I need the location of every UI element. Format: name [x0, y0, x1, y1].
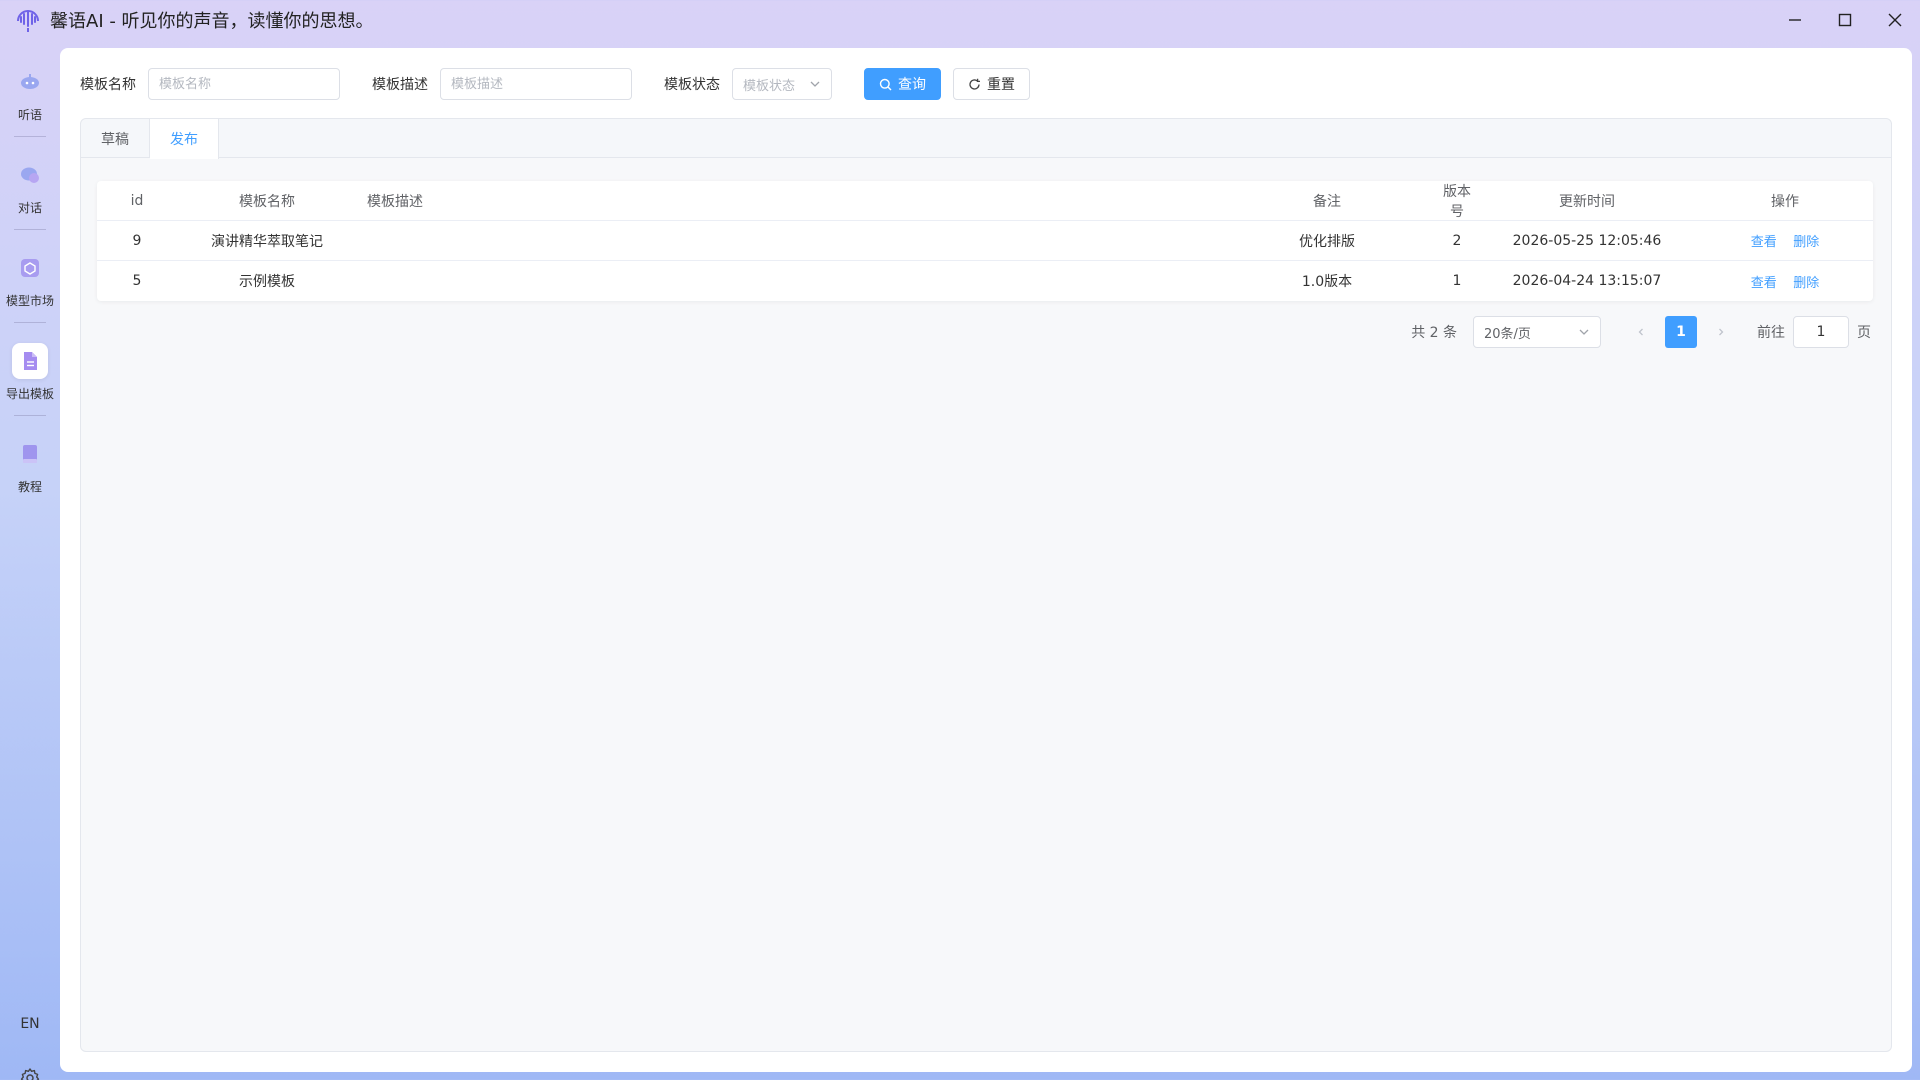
sidebar-item-tutorial[interactable]: 教程 [0, 432, 60, 508]
search-icon [879, 78, 892, 90]
cube-icon [12, 250, 48, 286]
prev-page-button[interactable] [1625, 316, 1657, 348]
close-icon [1888, 13, 1902, 27]
sidebar-divider [14, 136, 46, 137]
close-button[interactable] [1870, 0, 1920, 40]
next-page-button[interactable] [1705, 316, 1737, 348]
view-link[interactable]: 查看 [1751, 276, 1777, 291]
gear-icon [20, 1068, 40, 1080]
sidebar-divider [14, 415, 46, 416]
reset-button[interactable]: 重置 [953, 68, 1030, 100]
page-size-value: 20条/页 [1484, 326, 1531, 342]
column-header-remark: 备注 [1313, 193, 1341, 210]
sidebar-item-chat[interactable]: 对话 [0, 153, 60, 229]
settings-button[interactable] [18, 1066, 42, 1080]
cell-updated: 2026-05-25 12:05:46 [1512, 232, 1662, 249]
filter-bar: 模板名称 模板描述 模板状态 模板状态 查询 重置 [80, 68, 1030, 100]
cell-id: 5 [132, 273, 142, 289]
table-header-row: id 模板名称 模板描述 备注 版本号 更新时间 操作 [97, 181, 1873, 221]
sidebar-item-label: 导出模板 [5, 387, 54, 401]
goto-page-input[interactable] [1793, 316, 1849, 348]
table-row: 9 演讲精华萃取笔记 优化排版 2 2026-05-25 12:05:46 查看… [97, 221, 1873, 261]
query-button[interactable]: 查询 [864, 68, 941, 100]
page-size-select[interactable]: 20条/页 [1473, 316, 1601, 348]
template-name-label: 模板名称 [80, 77, 136, 93]
page-number-current[interactable]: 1 [1665, 316, 1697, 348]
app-title: 馨语AI - 听见你的声音，读懂你的思想。 [50, 11, 374, 32]
pagination-total: 共 2 条 [1411, 325, 1457, 341]
tab-published[interactable]: 发布 [150, 119, 219, 159]
chevron-down-icon [1579, 329, 1589, 335]
minimize-icon [1789, 19, 1801, 21]
table-row: 5 示例模板 1.0版本 1 2026-04-24 13:15:07 查看 删除 [97, 261, 1873, 301]
minimize-button[interactable] [1770, 0, 1820, 40]
template-desc-input[interactable] [440, 68, 632, 100]
tabs-card: 草稿 发布 id 模板名称 模板描述 备注 版本号 更新时间 操作 9 演讲精华… [80, 118, 1892, 1052]
delete-link[interactable]: 删除 [1793, 276, 1819, 291]
maximize-button[interactable] [1820, 0, 1870, 40]
language-toggle[interactable]: EN [0, 1016, 60, 1032]
sidebar-item-listen[interactable]: 听语 [0, 60, 60, 136]
tab-draft[interactable]: 草稿 [81, 119, 150, 158]
goto-label: 前往 [1757, 325, 1785, 341]
cell-version: 1 [1452, 273, 1462, 289]
cell-version: 2 [1452, 232, 1462, 249]
template-table: id 模板名称 模板描述 备注 版本号 更新时间 操作 9 演讲精华萃取笔记 优… [97, 181, 1873, 301]
sidebar-item-model-market[interactable]: 模型市场 [0, 246, 60, 322]
column-header-updated: 更新时间 [1559, 193, 1615, 210]
template-status-label: 模板状态 [664, 77, 720, 93]
chevron-right-icon [1719, 328, 1724, 336]
template-status-select[interactable]: 模板状态 [732, 68, 832, 100]
document-icon [12, 343, 48, 379]
view-link[interactable]: 查看 [1751, 235, 1777, 250]
main-panel: 模板名称 模板描述 模板状态 模板状态 查询 重置 草稿 发布 id 模板名称 … [60, 48, 1912, 1072]
sidebar-item-label: 听语 [17, 108, 42, 122]
sidebar-item-label: 模型市场 [5, 294, 54, 308]
cell-remark: 1.0版本 [1301, 274, 1353, 290]
maximize-icon [1838, 13, 1852, 27]
book-icon [12, 436, 48, 472]
template-name-input[interactable] [148, 68, 340, 100]
chevron-left-icon [1638, 328, 1643, 336]
column-header-ops: 操作 [1771, 193, 1799, 210]
column-header-desc: 模板描述 [367, 193, 423, 210]
column-header-name: 模板名称 [239, 193, 295, 210]
cell-updated: 2026-04-24 13:15:07 [1512, 273, 1662, 289]
app-logo-icon [12, 4, 44, 36]
reset-button-label: 重置 [987, 77, 1015, 93]
sidebar-item-label: 对话 [17, 201, 42, 215]
cell-remark: 优化排版 [1299, 233, 1355, 250]
tab-bar: 草稿 发布 [81, 119, 1891, 159]
sidebar-item-export-template[interactable]: 导出模板 [0, 339, 60, 415]
cell-name: 示例模板 [239, 274, 295, 290]
page-suffix-label: 页 [1857, 325, 1871, 341]
title-bar: 馨语AI - 听见你的声音，读懂你的思想。 [0, 0, 1920, 40]
sidebar-divider [14, 322, 46, 323]
cell-id: 9 [132, 232, 142, 249]
column-header-id: id [130, 192, 144, 209]
sidebar-item-label: 教程 [17, 480, 42, 494]
refresh-icon [969, 78, 980, 90]
column-header-version: 版本号 [1443, 183, 1471, 220]
sidebar-divider [14, 229, 46, 230]
sidebar: 听语 对话 模型市场 导出模板 教程 EN [0, 40, 60, 1080]
template-desc-label: 模板描述 [372, 77, 428, 93]
pagination: 共 2 条 20条/页 1 前往 页 [1411, 316, 1871, 348]
chat-icon [12, 157, 48, 193]
cell-ops: 查看 删除 [1697, 272, 1873, 291]
cell-name: 演讲精华萃取笔记 [211, 233, 323, 250]
template-status-placeholder: 模板状态 [743, 78, 796, 94]
delete-link[interactable]: 删除 [1793, 235, 1819, 250]
chevron-down-icon [810, 81, 820, 87]
query-button-label: 查询 [898, 77, 926, 93]
cell-ops: 查看 删除 [1697, 231, 1873, 250]
microphone-icon [12, 64, 48, 100]
